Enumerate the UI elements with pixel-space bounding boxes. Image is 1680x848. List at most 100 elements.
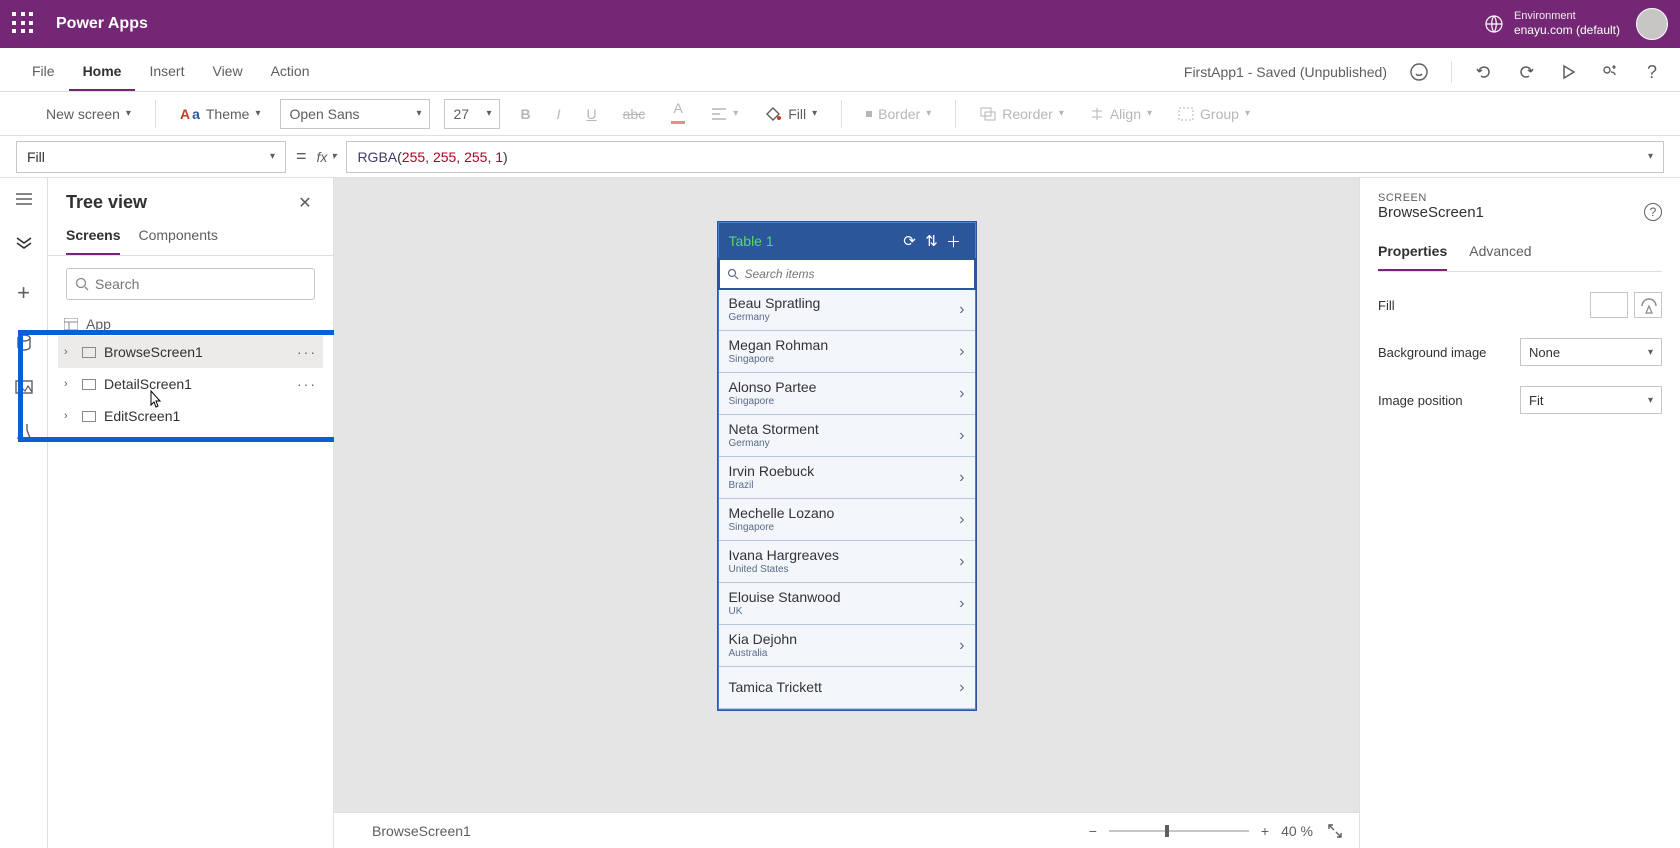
play-icon[interactable]	[1558, 62, 1578, 82]
italic-button[interactable]: I	[551, 102, 567, 126]
fill-picker-button[interactable]	[1634, 292, 1662, 318]
list-item[interactable]: Irvin RoebuckBrazil›	[719, 457, 975, 499]
font-size-select[interactable]: 27▾	[444, 99, 500, 129]
waffle-icon[interactable]	[12, 12, 36, 36]
search-icon	[727, 268, 739, 280]
tree-view-icon[interactable]	[15, 234, 33, 252]
props-section-label: SCREEN	[1378, 192, 1484, 204]
fx-label[interactable]: fx▾	[317, 149, 337, 165]
footer-screen-name: BrowseScreen1	[372, 823, 471, 839]
tree-item[interactable]: ›EditScreen1	[58, 400, 323, 432]
theme-button[interactable]: AaTheme▾	[174, 102, 267, 126]
environment-picker[interactable]: Environmentenayu.com (default)	[1484, 9, 1620, 39]
phone-title: Table 1	[729, 233, 899, 249]
data-icon[interactable]	[16, 334, 32, 352]
app-title: Power Apps	[56, 15, 148, 33]
tree-search-input[interactable]	[95, 276, 306, 292]
canvas[interactable]: Table 1 ⟳ ⇅ ＋ Beau SpratlingGermany›Mega…	[334, 178, 1360, 848]
chevron-right-icon: ›	[959, 385, 964, 403]
tree-tab-components[interactable]: Components	[138, 221, 217, 255]
list-item[interactable]: Elouise StanwoodUK›	[719, 583, 975, 625]
fill-swatch[interactable]	[1590, 292, 1628, 318]
share-icon[interactable]	[1600, 62, 1620, 82]
more-icon[interactable]: ···	[297, 344, 317, 360]
chevron-right-icon: ›	[959, 511, 964, 529]
info-icon[interactable]: ?	[1644, 203, 1662, 221]
tree-search[interactable]	[66, 268, 315, 300]
screen-icon	[348, 825, 362, 836]
menu-bar: FileHomeInsertViewAction FirstApp1 - Sav…	[0, 48, 1680, 92]
tree-item[interactable]: ›DetailScreen1···	[58, 368, 323, 400]
help-icon[interactable]: ?	[1642, 62, 1662, 82]
phone-search-input[interactable]	[745, 267, 967, 281]
list-item[interactable]: Mechelle LozanoSingapore›	[719, 499, 975, 541]
list-item[interactable]: Kia DejohnAustralia›	[719, 625, 975, 667]
menu-tab-view[interactable]: View	[198, 53, 256, 91]
phone-search[interactable]	[719, 259, 975, 289]
font-family-select[interactable]: Open Sans▾	[280, 99, 430, 129]
text-align-button[interactable]: ▾	[705, 103, 744, 125]
props-tab-properties[interactable]: Properties	[1378, 237, 1447, 271]
prop-fill-label: Fill	[1378, 298, 1395, 313]
canvas-footer: BrowseScreen1 − + 40 %	[334, 812, 1359, 848]
sort-icon[interactable]: ⇅	[921, 232, 943, 250]
hamburger-icon[interactable]	[15, 192, 33, 206]
list-item[interactable]: Alonso ParteeSingapore›	[719, 373, 975, 415]
close-tree-icon[interactable]: ✕	[295, 193, 315, 213]
border-button[interactable]: Border▾	[860, 102, 937, 126]
undo-icon[interactable]	[1474, 62, 1494, 82]
zoom-out-button[interactable]: −	[1089, 823, 1097, 839]
list-item[interactable]: Ivana HargreavesUnited States›	[719, 541, 975, 583]
menu-tab-home[interactable]: Home	[69, 53, 136, 91]
menu-tab-action[interactable]: Action	[257, 53, 324, 91]
formula-input[interactable]: RGBA(255, 255, 255, 1) ▾	[346, 141, 1664, 173]
app-status: FirstApp1 - Saved (Unpublished)	[1184, 64, 1387, 80]
tree-tab-screens[interactable]: Screens	[66, 221, 120, 255]
list-item[interactable]: Tamica Trickett›	[719, 667, 975, 709]
new-screen-button[interactable]: New screen▾	[16, 102, 137, 126]
prop-bg-label: Background image	[1378, 345, 1486, 360]
props-tab-advanced[interactable]: Advanced	[1469, 237, 1531, 271]
zoom-value: 40	[1281, 823, 1297, 839]
app-checker-icon[interactable]	[1409, 62, 1429, 82]
chevron-right-icon: ›	[959, 637, 964, 655]
bold-button[interactable]: B	[514, 102, 536, 126]
strike-button[interactable]: abc	[617, 102, 652, 126]
fit-icon[interactable]	[1325, 821, 1345, 841]
chevron-right-icon: ›	[959, 553, 964, 571]
menu-tab-insert[interactable]: Insert	[135, 53, 198, 91]
add-icon[interactable]: ＋	[943, 231, 965, 252]
underline-button[interactable]: U	[581, 102, 603, 126]
refresh-icon[interactable]: ⟳	[899, 232, 921, 250]
bg-image-select[interactable]: None▾	[1520, 338, 1662, 366]
media-icon[interactable]	[15, 380, 33, 394]
env-label: Environment	[1514, 9, 1620, 23]
redo-icon[interactable]	[1516, 62, 1536, 82]
equals-sign: =	[296, 146, 307, 167]
tree-app-node[interactable]: App	[58, 312, 323, 336]
insert-icon[interactable]: +	[17, 280, 30, 306]
chevron-right-icon: ›	[959, 427, 964, 445]
more-icon[interactable]: ···	[297, 376, 317, 392]
image-position-select[interactable]: Fit▾	[1520, 386, 1662, 414]
tree-view-panel: Tree view ✕ ScreensComponents App ›Brows…	[48, 178, 334, 848]
advanced-tools-icon[interactable]	[16, 422, 32, 440]
list-item[interactable]: Neta StormentGermany›	[719, 415, 975, 457]
reorder-button[interactable]: Reorder▾	[974, 102, 1070, 126]
user-avatar[interactable]	[1636, 8, 1668, 40]
zoom-slider[interactable]	[1109, 830, 1249, 832]
list-item[interactable]: Beau SpratlingGermany›	[719, 289, 975, 331]
fill-button[interactable]: Fill▾	[758, 102, 823, 126]
app-header: Power Apps Environmentenayu.com (default…	[0, 0, 1680, 48]
tree-item[interactable]: ›BrowseScreen1···	[58, 336, 323, 368]
menu-tab-file[interactable]: File	[18, 53, 69, 91]
font-color-button[interactable]: A	[665, 99, 691, 127]
phone-preview: Table 1 ⟳ ⇅ ＋ Beau SpratlingGermany›Mega…	[718, 222, 976, 710]
zoom-in-button[interactable]: +	[1261, 823, 1269, 839]
list-item[interactable]: Megan RohmanSingapore›	[719, 331, 975, 373]
align-button[interactable]: Align▾	[1084, 102, 1158, 126]
chevron-right-icon: ›	[959, 595, 964, 613]
property-select[interactable]: Fill▾	[16, 141, 286, 173]
properties-panel: SCREEN BrowseScreen1 ? PropertiesAdvance…	[1360, 178, 1680, 848]
group-button[interactable]: Group▾	[1172, 102, 1256, 126]
